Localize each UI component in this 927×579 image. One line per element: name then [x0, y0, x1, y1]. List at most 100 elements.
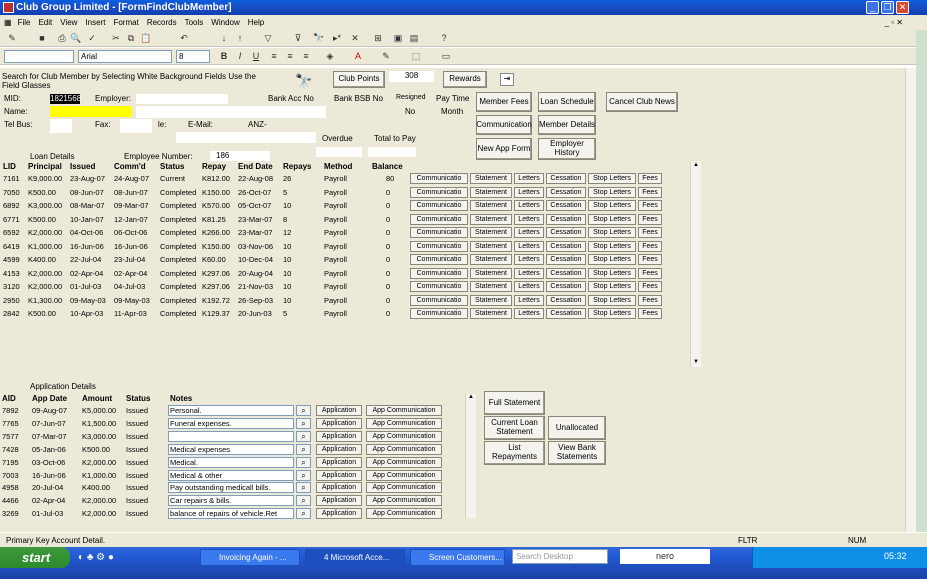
loan-stop-letters-button[interactable]: Stop Letters	[588, 281, 636, 292]
properties-icon[interactable]: ⊞	[372, 32, 384, 44]
loan-cessation-button[interactable]: Cessation	[546, 213, 586, 225]
loan-communicatio-button[interactable]: Communicatio	[410, 254, 468, 265]
loan-letters-button[interactable]: Letters	[514, 200, 544, 211]
table-row[interactable]: 7195 03-Oct-06 K2,000.00 Issued Medical. ⌕ App…	[0, 456, 470, 469]
loan-scrollbar[interactable]: ▲ ▼	[690, 162, 701, 367]
table-row[interactable]: 4466 02-Apr-04 K2,000.00 Issued Car repairs …	[0, 494, 470, 507]
loan-stop-letters-button[interactable]: Stop Letters	[588, 213, 636, 225]
align-right-icon[interactable]: ≡	[300, 50, 312, 62]
font-size-combo[interactable]: 8	[176, 50, 210, 63]
app-scrollbar[interactable]: ▲	[465, 394, 476, 518]
table-row[interactable]: 6771 K500.00 10-Jan-07 12-Jan-07 Completed K8…	[0, 213, 700, 226]
loan-stop-letters-button[interactable]: Stop Letters	[588, 227, 636, 238]
zoom-icon[interactable]: ⌕	[296, 417, 311, 429]
notes-field[interactable]: Pay outstanding medicall bills.	[168, 482, 294, 494]
scroll-up-icon[interactable]: ▲	[466, 394, 476, 400]
loan-cessation-button[interactable]: Cessation	[546, 227, 586, 238]
copy-icon[interactable]: ⧉	[125, 32, 137, 44]
loan-fees-button[interactable]: Fees	[638, 240, 662, 252]
loan-cessation-button[interactable]: Cessation	[546, 281, 586, 292]
table-row[interactable]: 6419 K1,000.00 16-Jun-06 16-Jun-06 Completed…	[0, 240, 700, 253]
member-fees-button[interactable]: Member Fees	[476, 92, 532, 112]
table-row[interactable]: 6592 K2,000.00 04-Oct-06 06-Oct-06 Completed…	[0, 226, 700, 239]
table-row[interactable]: 4958 20-Jul-04 K400.00 Issued Pay outstandin…	[0, 481, 470, 494]
menu-window[interactable]: Window	[211, 18, 239, 27]
italic-button[interactable]: I	[234, 50, 246, 62]
table-row[interactable]: 7892 09-Aug-07 K5,000.00 Issued Personal. ⌕ Ap…	[0, 404, 470, 417]
loan-fees-button[interactable]: Fees	[638, 267, 662, 279]
binoculars-icon[interactable]: 🔭	[295, 73, 312, 90]
loan-letters-button[interactable]: Letters	[514, 254, 544, 265]
design-view-icon[interactable]: ✎	[6, 32, 18, 44]
loan-stop-letters-button[interactable]: Stop Letters	[588, 173, 636, 184]
loan-communicatio-button[interactable]: Communicatio	[410, 186, 468, 198]
loan-fees-button[interactable]: Fees	[638, 227, 662, 238]
main-scrollbar[interactable]	[905, 68, 916, 532]
loan-statement-button[interactable]: Statement	[470, 267, 512, 279]
print-icon[interactable]: ⎙	[56, 32, 68, 44]
app-communication-button[interactable]: App Communication	[366, 469, 442, 481]
notes-field[interactable]: balance of repairs of vehicle.Ret	[168, 508, 294, 520]
loan-statement-button[interactable]: Statement	[470, 281, 512, 292]
table-row[interactable]: 2842 K500.00 10-Apr-03 11-Apr-03 Completed K1…	[0, 307, 700, 320]
object-combo[interactable]	[4, 50, 74, 63]
employer-field[interactable]	[136, 94, 228, 104]
loan-letters-button[interactable]: Letters	[514, 281, 544, 292]
table-row[interactable]: 4153 K2,000.00 02-Apr-04 02-Apr-04 Completed…	[0, 267, 700, 280]
loan-statement-button[interactable]: Statement	[470, 240, 512, 252]
zoom-icon[interactable]: ⌕	[296, 430, 311, 442]
menu-records[interactable]: Records	[147, 18, 177, 27]
loan-fees-button[interactable]: Fees	[638, 173, 662, 184]
menu-view[interactable]: View	[60, 18, 77, 27]
line-width-icon[interactable]: ▭	[440, 50, 452, 62]
loan-letters-button[interactable]: Letters	[514, 308, 544, 319]
app-communication-button[interactable]: App Communication	[366, 495, 442, 507]
loan-cessation-button[interactable]: Cessation	[546, 308, 586, 319]
spell-check-icon[interactable]: ✓	[86, 32, 98, 44]
table-row[interactable]: 7050 K500.00 08-Jun-07 08-Jun-07 Completed K1…	[0, 186, 700, 199]
application-button[interactable]: Application	[316, 482, 362, 494]
start-button[interactable]: start	[0, 547, 70, 568]
employer-history-button[interactable]: Employer History	[538, 138, 596, 160]
member-details-button[interactable]: Member Details	[538, 115, 596, 135]
close-button[interactable]: ✕	[896, 1, 909, 14]
menu-format[interactable]: Format	[113, 18, 138, 27]
loan-communicatio-button[interactable]: Communicatio	[410, 240, 468, 252]
loan-communicatio-button[interactable]: Communicatio	[410, 213, 468, 225]
exit-icon[interactable]: ⇥	[500, 73, 514, 86]
loan-fees-button[interactable]: Fees	[638, 294, 662, 306]
loan-statement-button[interactable]: Statement	[470, 186, 512, 198]
mid-field[interactable]: 1821568	[50, 94, 81, 104]
employee-number-field[interactable]: 186	[210, 151, 270, 161]
loan-statement-button[interactable]: Statement	[470, 173, 512, 184]
application-button[interactable]: Application	[316, 495, 362, 507]
menu-help[interactable]: Help	[248, 18, 264, 27]
loan-fees-button[interactable]: Fees	[638, 308, 662, 319]
restore-button[interactable]: ❐	[881, 1, 894, 14]
notes-field[interactable]	[168, 430, 294, 442]
loan-cessation-button[interactable]: Cessation	[546, 186, 586, 198]
zoom-icon[interactable]: ⌕	[296, 469, 311, 481]
search-desktop-input[interactable]: Search Desktop	[512, 549, 608, 564]
loan-fees-button[interactable]: Fees	[638, 200, 662, 211]
app-communication-button[interactable]: App Communication	[366, 508, 442, 520]
table-row[interactable]: 2950 K1,300.00 09-May-03 09-May-03 Completed…	[0, 294, 700, 307]
application-button[interactable]: Application	[316, 405, 362, 416]
zoom-icon[interactable]: ⌕	[296, 495, 311, 507]
mdi-controls[interactable]: _ ▫ ✕	[885, 15, 903, 30]
loan-stop-letters-button[interactable]: Stop Letters	[588, 200, 636, 211]
application-button[interactable]: Application	[316, 417, 362, 429]
app-communication-button[interactable]: App Communication	[366, 417, 442, 429]
list-repayments-button[interactable]: List Repayments	[484, 441, 545, 465]
application-button[interactable]: Application	[316, 469, 362, 481]
minimize-button[interactable]: _	[866, 1, 879, 14]
new-record-icon[interactable]: ▸*	[331, 32, 343, 44]
scroll-down-icon[interactable]: ▼	[691, 359, 701, 365]
loan-statement-button[interactable]: Statement	[470, 213, 512, 225]
task-screen-customers[interactable]: Screen Customers...	[410, 549, 505, 566]
application-button[interactable]: Application	[316, 456, 362, 468]
name-field[interactable]	[50, 106, 132, 117]
align-left-icon[interactable]: ≡	[268, 50, 280, 62]
notes-field[interactable]: Medical & other	[168, 469, 294, 481]
loan-statement-button[interactable]: Statement	[470, 308, 512, 319]
